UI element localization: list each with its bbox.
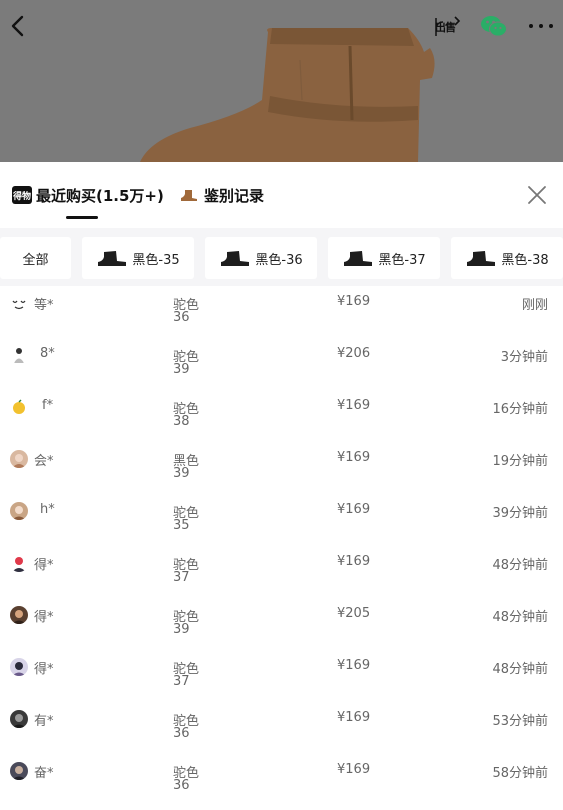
purchase-time: 3分钟前 xyxy=(500,350,548,365)
close-button[interactable] xyxy=(524,182,550,208)
tab-auth-label: 鉴别记录 xyxy=(204,186,265,205)
purchase-time: 53分钟前 xyxy=(492,714,548,729)
list-item: 等* 驼色 36 ¥169 刚刚 xyxy=(0,290,563,342)
purchase-time: 19分钟前 xyxy=(492,454,548,469)
item-size: 35 xyxy=(173,518,190,533)
buyer-name: 得* xyxy=(34,558,54,573)
purchase-time: 58分钟前 xyxy=(492,766,548,781)
black-boot-icon xyxy=(467,251,496,266)
tab-recent-purchases[interactable]: 得物 最近购买(1.5万+) xyxy=(12,182,164,208)
item-price: ¥169 xyxy=(337,762,371,777)
dewu-logo-text: 得物 xyxy=(12,191,31,202)
filter-chip-label: 黑色-38 xyxy=(501,252,549,268)
filter-chip-label: 黑色-37 xyxy=(378,252,426,268)
item-price: ¥206 xyxy=(337,346,371,361)
list-item: 得* 驼色 39 ¥205 48分钟前 xyxy=(0,602,563,654)
item-size: 38 xyxy=(173,414,190,429)
filter-chip-label: 全部 xyxy=(22,252,49,268)
black-boot-icon xyxy=(221,251,250,266)
wechat-icon xyxy=(481,16,507,37)
avatar xyxy=(10,554,28,572)
close-icon xyxy=(528,186,546,204)
item-price: ¥169 xyxy=(337,658,371,673)
black-boot-icon xyxy=(98,251,127,266)
tab-bar: 得物 最近购买(1.5万+) 鉴别记录 xyxy=(0,162,563,228)
buyer-name: 奋* xyxy=(34,766,54,781)
filter-chip-label: 黑色-35 xyxy=(132,252,180,268)
active-tab-indicator xyxy=(66,216,98,219)
item-price: ¥169 xyxy=(337,554,371,569)
boot-icon xyxy=(181,190,197,201)
buyer-name: 得* xyxy=(34,610,54,625)
item-price: ¥169 xyxy=(337,294,371,309)
back-icon xyxy=(11,15,24,37)
dewu-logo-icon: 得物 xyxy=(12,186,32,204)
buyer-name: 得* xyxy=(34,662,54,677)
avatar xyxy=(10,346,28,364)
item-size: 36 xyxy=(173,778,190,793)
item-price: ¥169 xyxy=(337,710,371,725)
sell-button[interactable]: 出售 xyxy=(433,14,461,40)
wechat-share-button[interactable] xyxy=(480,14,508,38)
tab-authentication-records[interactable]: 鉴别记录 xyxy=(180,182,264,208)
list-item: 有* 驼色 36 ¥169 53分钟前 xyxy=(0,706,563,758)
avatar xyxy=(10,762,28,780)
avatar xyxy=(10,398,28,416)
list-item: 得* 驼色 37 ¥169 48分钟前 xyxy=(0,654,563,706)
more-icon xyxy=(529,24,553,28)
buyer-name: 8* xyxy=(40,346,55,361)
filter-chip-label: 黑色-36 xyxy=(255,252,303,268)
sell-icon-text: 出售 xyxy=(435,21,456,34)
item-size: 36 xyxy=(173,726,190,741)
list-item: 8* 驼色 39 ¥206 3分钟前 xyxy=(0,342,563,394)
item-price: ¥169 xyxy=(337,398,371,413)
item-size: 39 xyxy=(173,362,190,377)
avatar xyxy=(10,606,28,624)
item-size: 39 xyxy=(173,466,190,481)
list-item: 会* 黑色 39 ¥169 19分钟前 xyxy=(0,446,563,498)
item-price: ¥169 xyxy=(337,502,371,517)
list-item: 得* 驼色 37 ¥169 48分钟前 xyxy=(0,550,563,602)
purchase-time: 16分钟前 xyxy=(492,402,548,417)
tab-recent-label: 最近购买(1.5万+) xyxy=(36,186,164,205)
buyer-name: 等* xyxy=(34,298,54,313)
purchase-time: 48分钟前 xyxy=(492,662,548,677)
list-item: h* 驼色 35 ¥169 39分钟前 xyxy=(0,498,563,550)
list-item: 奋* 驼色 36 ¥169 58分钟前 xyxy=(0,758,563,810)
top-nav-bar: 出售 xyxy=(0,0,563,52)
item-size: 39 xyxy=(173,622,190,637)
avatar xyxy=(10,294,28,312)
back-button[interactable] xyxy=(6,12,32,40)
purchase-time: 48分钟前 xyxy=(492,558,548,573)
purchase-records-sheet: 得物 最近购买(1.5万+) 鉴别记录 全部 黑色-35 黑色-36 黑色-37… xyxy=(0,162,563,800)
filter-chip-black-37[interactable]: 黑色-37 xyxy=(328,237,440,279)
purchase-time: 39分钟前 xyxy=(492,506,548,521)
buyer-name: 有* xyxy=(34,714,54,729)
item-price: ¥169 xyxy=(337,450,371,465)
purchase-time: 48分钟前 xyxy=(492,610,548,625)
avatar xyxy=(10,502,28,520)
filter-chip-black-38[interactable]: 黑色-38 xyxy=(451,237,563,279)
item-price: ¥205 xyxy=(337,606,371,621)
item-size: 36 xyxy=(173,310,190,325)
avatar xyxy=(10,710,28,728)
more-button[interactable] xyxy=(527,14,555,38)
list-item: f* 驼色 38 ¥169 16分钟前 xyxy=(0,394,563,446)
filter-chip-all[interactable]: 全部 xyxy=(0,237,71,279)
filter-chip-black-36[interactable]: 黑色-36 xyxy=(205,237,317,279)
avatar xyxy=(10,658,28,676)
size-filter-bar: 全部 黑色-35 黑色-36 黑色-37 黑色-38 xyxy=(0,228,563,286)
buyer-name: h* xyxy=(40,502,55,517)
buyer-name: 会* xyxy=(34,454,54,469)
product-hero: 出售 xyxy=(0,0,563,162)
avatar xyxy=(10,450,28,468)
black-boot-icon xyxy=(344,251,373,266)
purchase-time: 刚刚 xyxy=(521,298,548,313)
buyer-name: f* xyxy=(42,398,54,413)
item-size: 37 xyxy=(173,674,190,689)
item-size: 37 xyxy=(173,570,190,585)
filter-chip-black-35[interactable]: 黑色-35 xyxy=(82,237,194,279)
